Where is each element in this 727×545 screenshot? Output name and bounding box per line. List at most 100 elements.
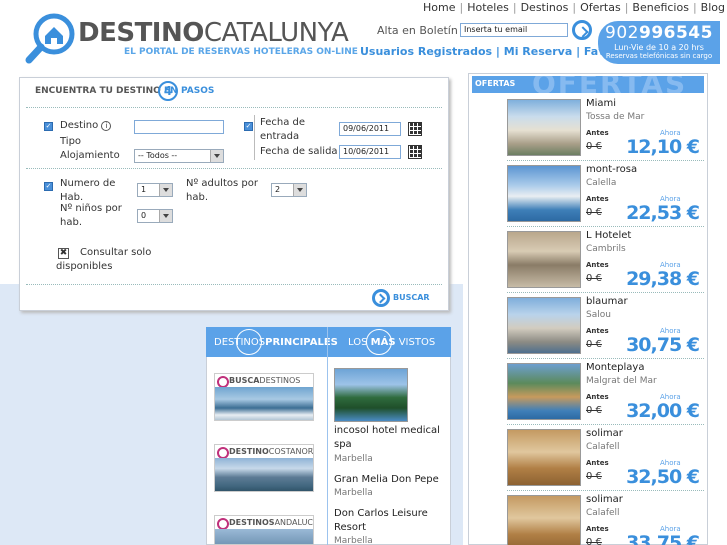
oferta-row[interactable]: solimar Calafell Antes 0 € Ahora 33,75 €: [472, 491, 704, 545]
oferta-row[interactable]: Miami Tossa de Mar Antes 0 € Ahora 12,10 €: [472, 95, 704, 161]
ofertas-header: OFERTAS OFERTAS: [472, 76, 704, 93]
divider: [254, 115, 255, 160]
oferta-hotel-name[interactable]: Miami: [586, 98, 616, 109]
oferta-price[interactable]: 32,50 €: [626, 466, 700, 488]
oferta-row[interactable]: blaumar Salou Antes 0 € Ahora 30,75 €: [472, 293, 704, 359]
oferta-old-price: 0 €: [586, 273, 602, 284]
fechas-checkbox[interactable]: ✓: [244, 122, 253, 131]
banner-busca-destinos[interactable]: BUSCADESTINOS: [214, 373, 314, 421]
tipo-alojamiento-select[interactable]: -- Todos --: [134, 149, 224, 163]
habitaciones-label: Numero de Hab.: [60, 178, 116, 203]
oferta-price[interactable]: 32,00 €: [626, 400, 700, 422]
fecha-salida-label: Fecha de salida: [260, 146, 338, 157]
banner-destino-costanorte[interactable]: DESTINOCOSTANORTE: [214, 444, 314, 492]
oferta-city: Calafell: [586, 442, 620, 452]
oferta-row[interactable]: L Hotelet Cambrils Antes 0 € Ahora 29,38 €: [472, 227, 704, 293]
top-nav: Home | Hoteles | Destinos | Ofertas | Beneficios…: [423, 1, 725, 14]
oferta-price[interactable]: 33,75 €: [626, 532, 700, 545]
hotel-image[interactable]: [334, 368, 408, 422]
mas-visto-name[interactable]: Gran Melia Don Pepe: [334, 473, 444, 487]
oferta-price[interactable]: 30,75 €: [626, 334, 700, 356]
oferta-city: Tossa de Mar: [586, 112, 645, 122]
chevron-down-icon: [293, 184, 306, 196]
hotel-image[interactable]: [507, 363, 581, 420]
oferta-hotel-name[interactable]: solimar: [586, 428, 623, 439]
ninos-label: Nº niños por hab.: [60, 203, 122, 228]
oferta-price[interactable]: 22,53 €: [626, 202, 700, 224]
chevron-down-icon: [159, 210, 172, 222]
nav-ofertas[interactable]: Ofertas: [580, 1, 621, 14]
oferta-hotel-name[interactable]: L Hotelet: [586, 230, 631, 241]
ninos-select[interactable]: 0: [137, 209, 173, 223]
disponibles-label: Consultar solo disponibles: [56, 247, 152, 272]
habitaciones-checkbox[interactable]: ✓: [44, 182, 53, 191]
oferta-old-price: 0 €: [586, 471, 602, 482]
info-icon[interactable]: i: [101, 121, 112, 131]
oferta-row[interactable]: solimar Calafell Antes 0 € Ahora 32,50 €: [472, 425, 704, 491]
oferta-city: Calafell: [586, 508, 620, 518]
nav-destinos[interactable]: Destinos: [521, 1, 569, 14]
oferta-hotel-name[interactable]: solimar: [586, 494, 623, 505]
fecha-salida-input[interactable]: 10/06/2011: [339, 145, 401, 159]
oferta-city: Calella: [586, 178, 617, 188]
hotel-image[interactable]: [507, 231, 581, 288]
divider: [327, 327, 328, 545]
tagline: EL PORTAL DE RESERVAS HOTELERAS ON-LINE: [124, 47, 358, 57]
calendar-icon[interactable]: [408, 122, 422, 136]
oferta-hotel-name[interactable]: mont-rosa: [586, 164, 637, 175]
steps-number: 4: [158, 81, 178, 101]
adultos-select[interactable]: 2: [271, 183, 307, 197]
destino-checkbox[interactable]: ✓: [44, 122, 53, 131]
hotel-image[interactable]: [507, 165, 581, 222]
antes-label: Antes: [586, 261, 609, 269]
ofertas-watermark: OFERTAS: [532, 76, 688, 93]
oferta-price[interactable]: 12,10 €: [626, 136, 700, 158]
oferta-old-price: 0 €: [586, 339, 602, 350]
tab-destinos-principales[interactable]: DESTINOSPRINCIPALES: [214, 337, 338, 348]
destino-input[interactable]: [134, 120, 224, 134]
oferta-hotel-name[interactable]: Monteplaya: [586, 362, 644, 373]
logo-bold: DESTINO: [78, 18, 204, 48]
oferta-old-price: 0 €: [586, 537, 602, 545]
chevron-down-icon: [159, 184, 172, 196]
logo-text[interactable]: DESTINOCATALUNYA: [78, 18, 349, 48]
destino-label: Destino i: [60, 119, 112, 133]
mas-visto-name[interactable]: Don Carlos Leisure Resort: [334, 507, 444, 535]
antes-label: Antes: [586, 393, 609, 401]
newsletter-submit-arrow-icon[interactable]: [572, 20, 592, 40]
adultos-label: Nº adultos por hab.: [186, 178, 258, 203]
oferta-price[interactable]: 29,38 €: [626, 268, 700, 290]
fecha-entrada-input[interactable]: 09/06/2011: [339, 122, 401, 136]
banner-destinos-andalucia[interactable]: DESTINOSANDALUCÍA: [214, 515, 314, 545]
hotel-image[interactable]: [507, 297, 581, 354]
tab-mas-vistos[interactable]: LOS MÁS VISTOS: [348, 337, 435, 348]
hotel-image[interactable]: [507, 99, 581, 156]
nav-beneficios[interactable]: Beneficios: [632, 1, 689, 14]
mas-visto-city: Marbella: [334, 488, 373, 498]
fecha-entrada-label: Fecha de entrada: [260, 117, 305, 142]
phone-hours: Lun-Vie de 10 a 20 hrs: [614, 43, 704, 52]
buscar-button[interactable]: BUSCAR: [393, 293, 430, 302]
oferta-city: Cambrils: [586, 244, 626, 254]
newsletter-email-input[interactable]: Inserta tu email: [460, 23, 568, 37]
oferta-row[interactable]: Monteplaya Malgrat del Mar Antes 0 € Ahora 32…: [472, 359, 704, 425]
oferta-city: Malgrat del Mar: [586, 376, 657, 386]
oferta-hotel-name[interactable]: blaumar: [586, 296, 628, 307]
nav-hoteles[interactable]: Hoteles: [467, 1, 509, 14]
logo-icon[interactable]: [24, 12, 76, 64]
calendar-icon[interactable]: [408, 145, 422, 159]
antes-label: Antes: [586, 459, 609, 467]
search-arrow-icon[interactable]: [372, 289, 390, 307]
antes-label: Antes: [586, 327, 609, 335]
oferta-row[interactable]: mont-rosa Calella Antes 0 € Ahora 22,53 €: [472, 161, 704, 227]
hotel-image[interactable]: [507, 495, 581, 545]
nav-blog[interactable]: Blog: [701, 1, 725, 14]
divider: [26, 168, 442, 169]
chevron-down-icon: [210, 150, 223, 162]
antes-label: Antes: [586, 195, 609, 203]
hotel-image[interactable]: [507, 429, 581, 486]
search-title: ENCUENTRA TU DESTINO EN: [35, 86, 178, 96]
habitaciones-select[interactable]: 1: [137, 183, 173, 197]
nav-home[interactable]: Home: [423, 1, 455, 14]
mas-visto-name[interactable]: incosol hotel medical spa: [334, 424, 444, 452]
